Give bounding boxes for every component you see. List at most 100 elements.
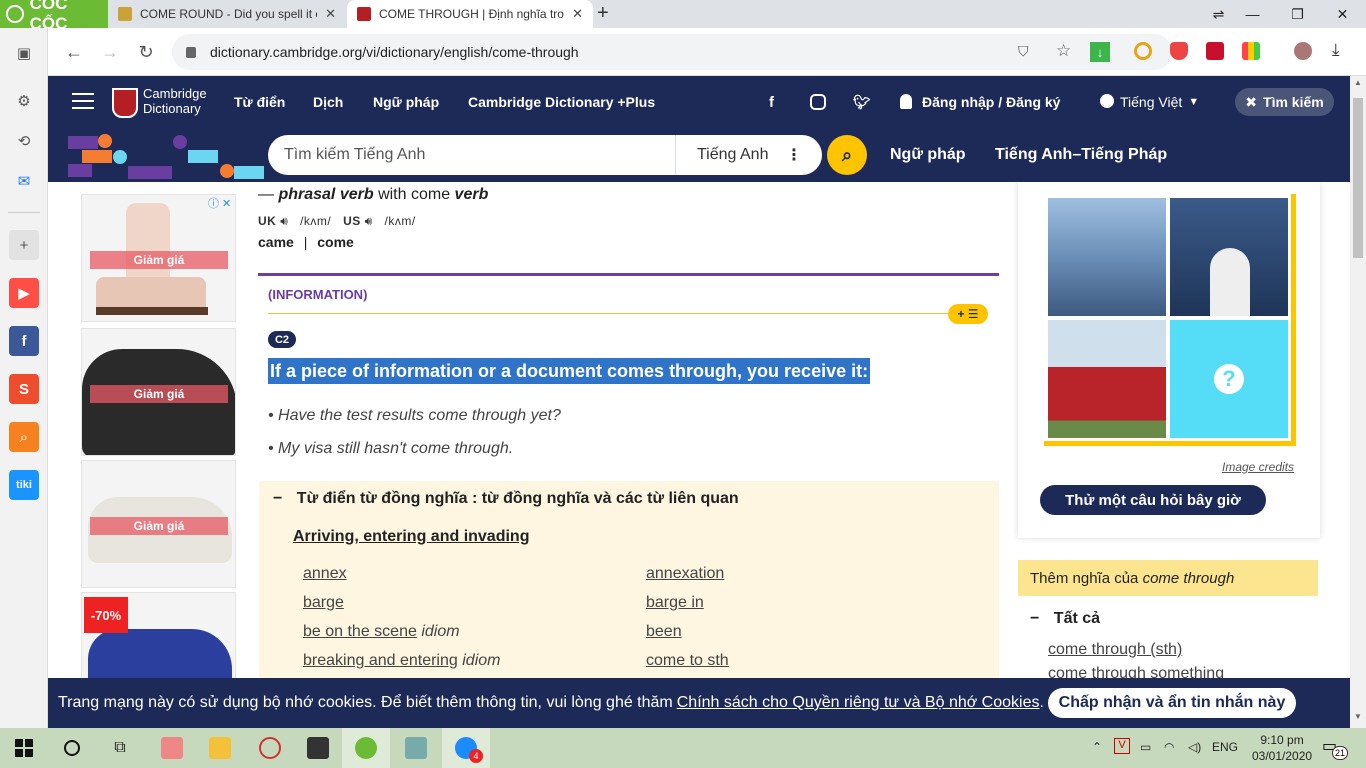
- volume-icon[interactable]: ◁): [1188, 740, 1201, 754]
- synonym-item[interactable]: annexation: [646, 559, 729, 588]
- close-tab-icon[interactable]: ✕: [572, 6, 583, 22]
- search-language[interactable]: Tiếng Anh: [676, 146, 786, 164]
- quiz-image-barn[interactable]: [1048, 320, 1166, 438]
- synonym-link[interactable]: annexation: [646, 565, 724, 582]
- search-input[interactable]: Tìm kiếm Tiếng Anh: [268, 135, 676, 175]
- file-explorer-icon[interactable]: [196, 728, 244, 768]
- thesaurus-toggle[interactable]: − Từ điển từ đồng nghĩa : từ đồng nghĩa …: [273, 490, 739, 508]
- twitter-icon[interactable]: 🐦︎: [853, 94, 871, 111]
- close-window-button[interactable]: ✕: [1320, 0, 1365, 28]
- try-quiz-button[interactable]: Thử một câu hỏi bây giờ: [1040, 485, 1266, 515]
- input-language[interactable]: ENG: [1212, 740, 1238, 754]
- uk-audio-icon[interactable]: 🔊︎: [280, 214, 288, 228]
- extension-red-icon[interactable]: [1206, 42, 1224, 60]
- task-view-icon[interactable]: ⧉: [96, 728, 144, 768]
- nav-grammar[interactable]: Ngữ pháp: [373, 76, 439, 128]
- synonym-item[interactable]: been: [646, 617, 729, 646]
- extension-chrome-icon[interactable]: [1134, 42, 1152, 60]
- image-credits-link[interactable]: Image credits: [1222, 460, 1294, 474]
- tray-app-icon[interactable]: V: [1114, 738, 1130, 754]
- synonym-link[interactable]: been: [646, 623, 682, 640]
- synonym-item[interactable]: barge in: [646, 588, 729, 617]
- ad-product-boot[interactable]: Giảm giá ⓘ ✕: [81, 194, 236, 322]
- quiz-image-windmill[interactable]: [1170, 198, 1288, 316]
- synonym-link[interactable]: annex: [303, 565, 347, 582]
- page-scrollbar[interactable]: ▲ ▼: [1350, 76, 1366, 728]
- synonym-link[interactable]: barge: [303, 594, 344, 611]
- extension-grid-icon[interactable]: [1242, 42, 1260, 60]
- facebook-icon[interactable]: f: [9, 326, 39, 356]
- search-icon[interactable]: ⌕: [827, 135, 867, 175]
- browser-menu-button[interactable]: CỐC CỐC: [0, 0, 108, 33]
- synonym-item[interactable]: breaking and entering idiom: [303, 646, 500, 675]
- forward-icon[interactable]: →: [98, 40, 122, 64]
- nav-translate[interactable]: Dịch: [313, 76, 343, 128]
- synonym-link[interactable]: breaking and entering: [303, 652, 458, 669]
- us-audio-icon[interactable]: 🔊︎: [365, 214, 373, 228]
- thesaurus-category[interactable]: Arriving, entering and invading: [293, 528, 529, 546]
- search-app-icon[interactable]: ⌕: [9, 422, 39, 452]
- battery-icon[interactable]: ▭: [1140, 740, 1151, 754]
- wifi-icon[interactable]: ◠: [1164, 740, 1174, 754]
- reload-icon[interactable]: ↻: [134, 40, 158, 64]
- windows-start-icon[interactable]: [0, 728, 48, 768]
- scroll-up-icon[interactable]: ▲: [1354, 78, 1362, 87]
- bookmark-star-icon[interactable]: ☆: [1056, 41, 1071, 61]
- address-bar[interactable]: dictionary.cambridge.org/vi/dictionary/e…: [172, 34, 1172, 70]
- add-to-list-button[interactable]: + ☰: [948, 304, 988, 324]
- ad-product-sneaker[interactable]: Giảm giá: [81, 460, 236, 588]
- synonym-item[interactable]: be on the scene idiom: [303, 617, 500, 646]
- login-link[interactable]: Đăng nhập / Đăng ký: [922, 76, 1060, 128]
- minimize-button[interactable]: —: [1230, 0, 1275, 28]
- taskbar-app-icon[interactable]: [294, 728, 342, 768]
- downloads-icon[interactable]: ⤓: [1332, 40, 1340, 60]
- clock[interactable]: 9:10 pm 03/01/2020: [1252, 732, 1312, 764]
- zalo-taskbar-icon[interactable]: 4: [442, 728, 490, 768]
- link-grammar[interactable]: Ngữ pháp: [890, 128, 966, 182]
- messenger-icon[interactable]: ✉: [9, 166, 39, 196]
- synonym-link[interactable]: barge in: [646, 594, 704, 611]
- pos-verb[interactable]: verb: [455, 186, 489, 203]
- accept-cookies-button[interactable]: Chấp nhận và ẩn tin nhắn này: [1048, 688, 1296, 718]
- scrollbar-thumb[interactable]: [1353, 98, 1363, 258]
- extension-shield-icon[interactable]: [1170, 42, 1188, 60]
- instagram-icon[interactable]: [810, 94, 826, 110]
- synonym-link[interactable]: come to sth: [646, 652, 729, 669]
- settings-icon[interactable]: ⚙: [9, 86, 39, 116]
- history-icon[interactable]: ⟲: [9, 126, 39, 156]
- taskbar-app-icon[interactable]: [392, 728, 440, 768]
- synonym-item[interactable]: barge: [303, 588, 500, 617]
- tray-arrow-icon[interactable]: ⌃: [1092, 740, 1102, 754]
- synonym-item[interactable]: come to sth: [646, 646, 729, 675]
- language-select[interactable]: Tiếng Việt ▼: [1120, 76, 1199, 128]
- synonym-item[interactable]: annex: [303, 559, 500, 588]
- tab-come-through[interactable]: COME THROUGH | Định nghĩa trong từ điển …: [347, 0, 593, 28]
- shopee-icon[interactable]: S: [9, 374, 39, 404]
- coccoc-taskbar-icon[interactable]: [342, 728, 390, 768]
- back-icon[interactable]: ←: [62, 40, 86, 64]
- ad-product-shoe[interactable]: Giảm giá: [81, 328, 236, 456]
- close-tab-icon[interactable]: ✕: [325, 6, 336, 22]
- tab-come-round[interactable]: COME ROUND - Did you spell it correctly …: [108, 0, 346, 28]
- nav-plus[interactable]: Cambridge Dictionary +Plus: [468, 76, 655, 128]
- menu-icon[interactable]: [72, 93, 94, 109]
- nav-dictionary[interactable]: Từ điển: [234, 76, 285, 128]
- link-english-french[interactable]: Tiếng Anh–Tiếng Pháp: [995, 128, 1167, 182]
- taskbar-app-icon[interactable]: [148, 728, 196, 768]
- quiz-answer-slot[interactable]: ?: [1170, 320, 1288, 438]
- facebook-icon[interactable]: f: [769, 94, 774, 111]
- search-box[interactable]: Tìm kiếm Tiếng Anh Tiếng Anh ⋮: [268, 135, 822, 175]
- profile-avatar[interactable]: [1294, 42, 1312, 60]
- more-options-icon[interactable]: ⋮: [786, 145, 802, 165]
- sidebar-toggle-icon[interactable]: ▣: [9, 38, 39, 68]
- shield-icon[interactable]: ⛉: [1018, 43, 1029, 60]
- youtube-icon[interactable]: ▶: [9, 278, 39, 308]
- download-extension-icon[interactable]: ↓: [1090, 42, 1110, 62]
- notifications-icon[interactable]: ▭ 21: [1322, 736, 1348, 760]
- header-search-button[interactable]: ✖ Tìm kiếm: [1235, 88, 1334, 116]
- cortana-search-icon[interactable]: [48, 728, 96, 768]
- add-app-icon[interactable]: +: [9, 230, 39, 260]
- all-meanings-toggle[interactable]: − Tất cả: [1030, 610, 1100, 628]
- privacy-policy-link[interactable]: Chính sách cho Quyền riêng tư và Bộ nhớ …: [677, 694, 1040, 712]
- tiki-icon[interactable]: tiki: [9, 470, 39, 500]
